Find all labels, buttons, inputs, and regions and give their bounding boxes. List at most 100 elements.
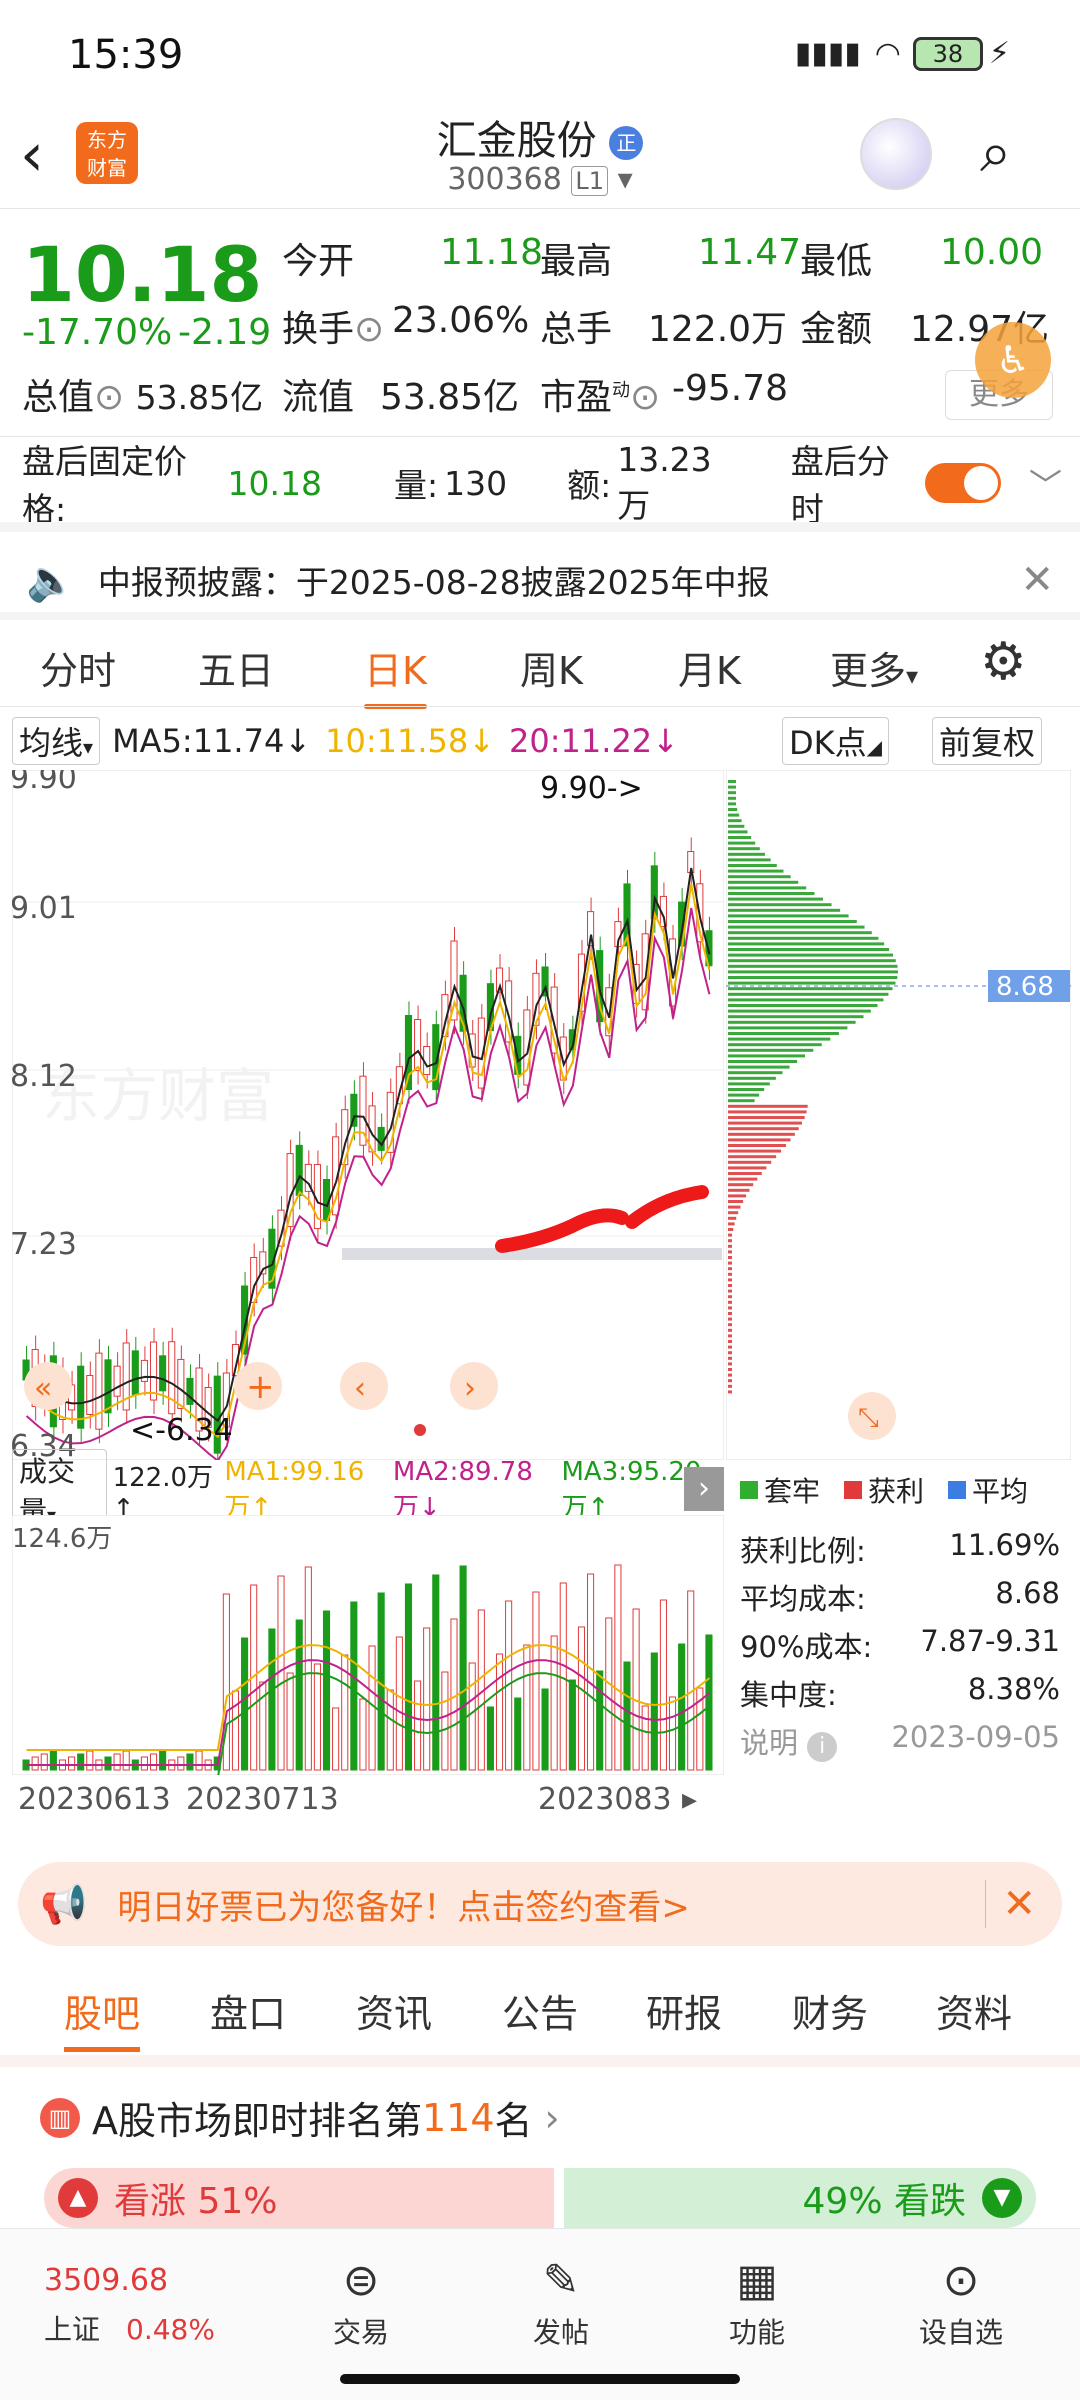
volume-bar (486, 1706, 494, 1771)
chevron-down-icon[interactable]: ﹀ (1029, 459, 1062, 507)
volume-chart[interactable]: 124.6万 (12, 1515, 724, 1775)
close-icon[interactable]: ✕ (1002, 1881, 1036, 1927)
volume-bar (286, 1672, 294, 1771)
ah-amt-label: 额: (567, 466, 612, 505)
search-icon[interactable]: ⌕ (980, 120, 1011, 186)
accessibility-float-icon[interactable]: ♿ (975, 322, 1051, 398)
candlestick-chart[interactable]: 东方财富 9.90 9.01 8.12 7.23 6.34 9.90-> <-6… (12, 770, 724, 1460)
chip-bar (728, 880, 799, 884)
volume-bar (632, 1608, 640, 1771)
pe-label: 市盈动⊙ (540, 377, 661, 418)
signal-icon: ▮▮▮▮ (794, 36, 861, 71)
promo-banner[interactable]: 📢 明日好票已为您备好！点击签约查看> ✕ (18, 1862, 1062, 1946)
volume-bar (113, 1753, 121, 1771)
chip-bar (728, 1356, 732, 1360)
mktcap-row: 总值⊙ 53.85亿 (22, 368, 263, 420)
chip-bar (728, 1172, 762, 1175)
settings-gear-icon[interactable]: ⚙ (980, 632, 1027, 692)
ah-vol-label: 量: (393, 466, 439, 505)
volume-label: 总手 (540, 309, 613, 350)
info-icon[interactable]: ⊙ (630, 377, 660, 418)
expand-right-icon[interactable]: › (684, 1467, 724, 1511)
chip-bar (728, 864, 777, 867)
low-marker: <-6.34 (130, 1413, 233, 1448)
candle (377, 1126, 385, 1151)
notice-bar[interactable]: 🔈 中报预披露：于2025-08-28披露2025年中报 ✕ (0, 540, 1080, 620)
volume-bar (468, 1662, 476, 1771)
amount-label: 金额 (800, 309, 873, 350)
index-widget[interactable]: 3509.68 上证 0.48% (44, 2251, 244, 2348)
up-triangle-icon: ▲ (58, 2178, 98, 2218)
tab-finance[interactable]: 财务 (792, 1983, 868, 2038)
nav-functions[interactable]: ▦ 功能 (712, 2251, 802, 2351)
ah-price-label: 盘后固定价格: (22, 442, 187, 529)
volume-bar (441, 1671, 449, 1771)
nav-add-watchlist[interactable]: ⊙ 设自选 (906, 2251, 1016, 2351)
tab-research[interactable]: 研报 (646, 1983, 722, 2038)
ma5-value: MA5:11.74↓ (112, 722, 312, 760)
tab-orderbook[interactable]: 盘口 (210, 1983, 286, 2038)
ma-selector[interactable]: 均线▾ (12, 717, 101, 765)
tab-weekly-k[interactable]: 周K (520, 640, 583, 695)
bearish-button[interactable]: 49% 看跌 ▼ (564, 2168, 1036, 2228)
volume-bar (450, 1618, 458, 1771)
date-1: 20230613 (18, 1782, 171, 1817)
volume-bar (350, 1601, 358, 1771)
y-label-2: 9.01 (12, 891, 77, 926)
change-pct: -17.70% (22, 312, 173, 353)
chip-bar (728, 1278, 732, 1282)
tab-daily-k[interactable]: 日K (364, 640, 427, 709)
tab-monthly-k[interactable]: 月K (678, 640, 741, 695)
tab-announcements[interactable]: 公告 (502, 1983, 578, 2038)
tab-profile[interactable]: 资料 (936, 1983, 1012, 2038)
volume-bar (295, 1619, 303, 1771)
chip-bar (728, 1250, 732, 1254)
adjust-selector[interactable]: 前复权 (932, 717, 1043, 765)
info-icon[interactable]: ⊙ (354, 309, 384, 350)
chip-bar (728, 836, 752, 839)
chip-distribution-chart[interactable]: 8.68 ⤡ (726, 770, 1071, 1460)
rank-row[interactable]: ▥ A股市场即时排名第 114 名 › (40, 2090, 560, 2145)
open-value: 11.18 (440, 232, 544, 273)
chip-stats: 获利比例: 11.69% 平均成本: 8.68 90%成本: 7.87-9.31 集中… (740, 1528, 1060, 1768)
dk-selector[interactable]: DK点◢ (782, 717, 890, 765)
high-value: 11.47 (698, 232, 802, 273)
nav-post[interactable]: ✎ 发帖 (516, 2251, 606, 2351)
chip-bar (728, 1020, 856, 1024)
chip-bar (728, 858, 771, 862)
close-icon[interactable]: ✕ (1020, 557, 1054, 603)
chip-bar (728, 1272, 732, 1276)
tab-more[interactable]: 更多▾ (830, 640, 918, 695)
robot-avatar[interactable] (860, 118, 932, 190)
tab-intraday[interactable]: 分时 (40, 640, 116, 695)
chip-bar (728, 1177, 758, 1181)
volume-bar (40, 1753, 48, 1771)
chip-bar (728, 1194, 747, 1198)
play-icon[interactable]: ▸ (682, 1782, 697, 1817)
plus-icon: + (246, 1367, 275, 1407)
chip-bar (728, 914, 849, 918)
charging-icon: ⚡ (988, 36, 1010, 71)
bullish-button[interactable]: ▲ 看涨 51% (44, 2168, 554, 2228)
support-band (342, 1248, 722, 1260)
tab-news[interactable]: 资讯 (356, 1983, 432, 2038)
tab-five-day[interactable]: 五日 (198, 640, 274, 695)
ma20-value: 20:11.22↓ (509, 722, 679, 760)
chip-bar (728, 841, 756, 845)
y-label-4: 7.23 (12, 1227, 77, 1262)
ah-toggle[interactable] (924, 463, 1001, 503)
grid-icon: ▦ (736, 2255, 778, 2306)
note-button[interactable]: 说明 i (740, 1720, 838, 1768)
tab-forum[interactable]: 股吧 (64, 1983, 141, 2052)
rank-icon: ▥ (40, 2097, 80, 2138)
nav-trade[interactable]: ⊜ 交易 (316, 2251, 406, 2351)
chip-bar (728, 1289, 732, 1293)
index-change: 0.48% (126, 2313, 215, 2346)
chip-bar (728, 791, 736, 795)
volume-bar (532, 1591, 540, 1771)
chip-bar (728, 824, 745, 828)
info-icon[interactable]: ⊙ (94, 377, 124, 418)
volume-bar (395, 1636, 403, 1771)
volume-bar (368, 1645, 376, 1771)
candle (95, 1352, 103, 1430)
